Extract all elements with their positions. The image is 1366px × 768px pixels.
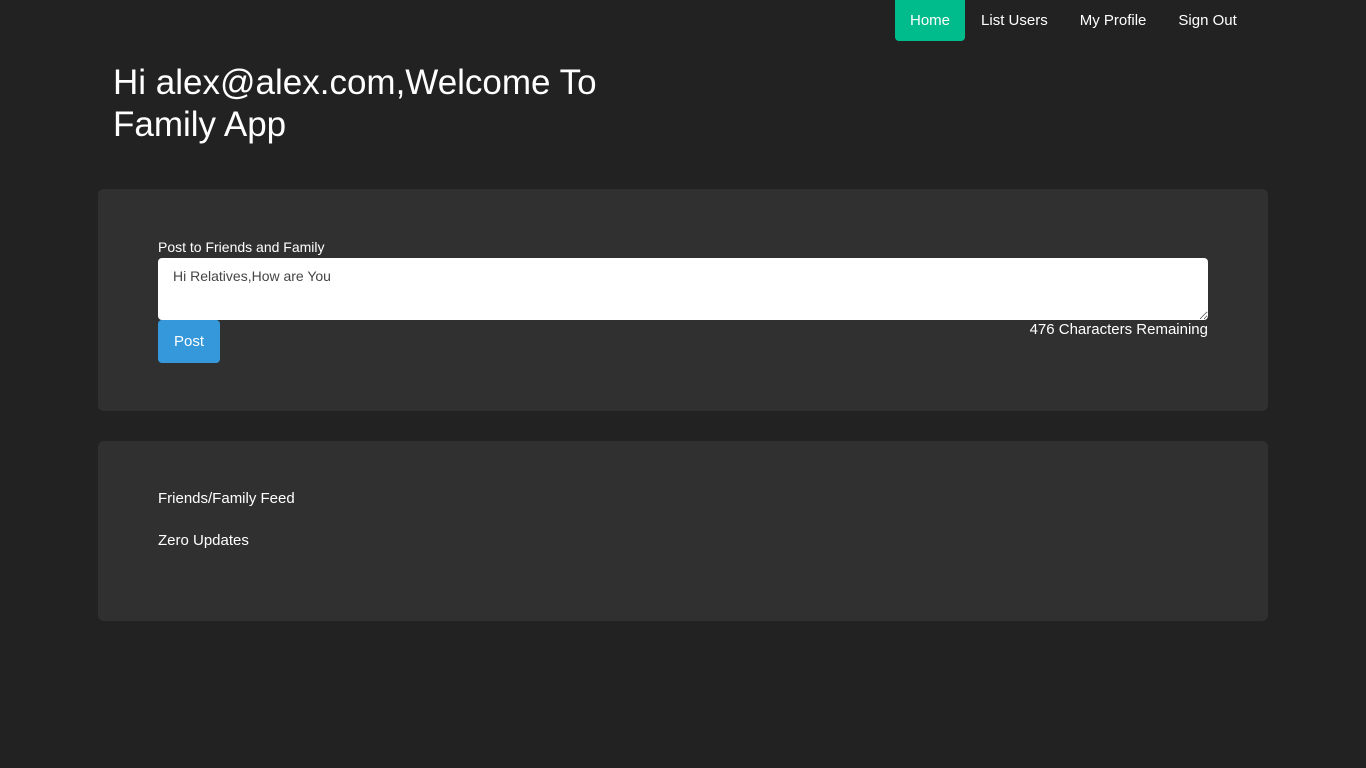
post-button[interactable]: Post xyxy=(158,320,220,363)
post-textarea[interactable]: Hi Relatives,How are You xyxy=(158,258,1208,320)
post-panel: Post to Friends and Family Hi Relatives,… xyxy=(98,189,1268,411)
feed-title: Friends/Family Feed xyxy=(158,490,295,507)
nav-item-sign-out[interactable]: Sign Out xyxy=(1162,0,1252,41)
welcome-heading: Hi alex@alex.com,Welcome To Family App xyxy=(113,63,597,144)
nav-list: Home List Users My Profile Sign Out xyxy=(895,0,1253,41)
post-label: Post to Friends and Family xyxy=(158,239,325,255)
feed-empty-message: Zero Updates xyxy=(158,532,249,549)
feed-panel: Friends/Family Feed Zero Updates xyxy=(98,441,1268,621)
top-navbar: Home List Users My Profile Sign Out xyxy=(0,0,1366,41)
nav-item-home[interactable]: Home xyxy=(895,0,966,41)
nav-item-list-users[interactable]: List Users xyxy=(965,0,1064,41)
nav-item-my-profile[interactable]: My Profile xyxy=(1064,0,1163,41)
characters-remaining: 476 Characters Remaining xyxy=(1029,321,1208,338)
